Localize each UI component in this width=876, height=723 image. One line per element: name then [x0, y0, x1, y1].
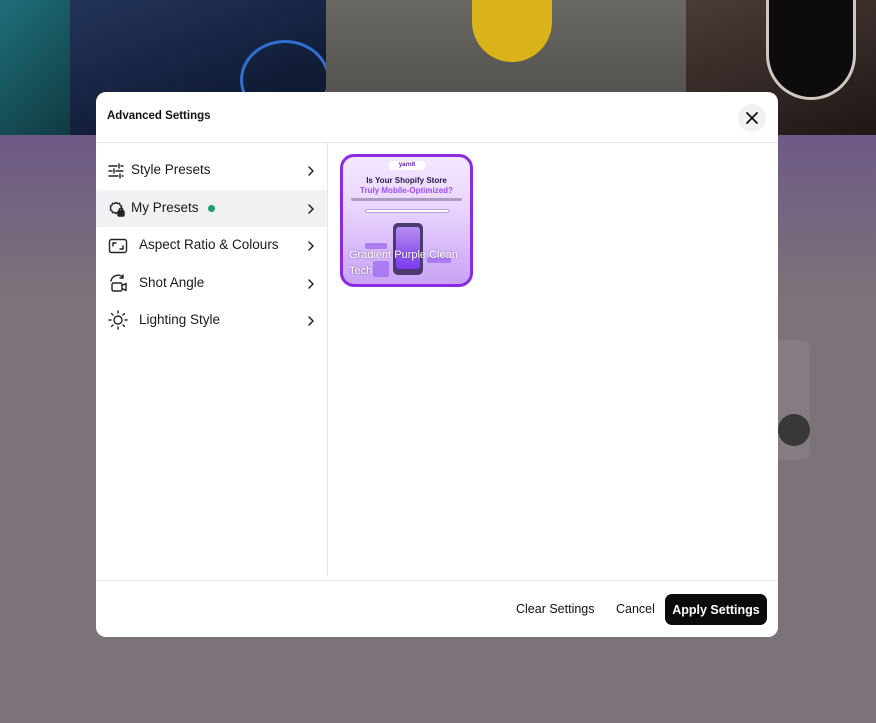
- preset-card[interactable]: yarnit Is Your Shopify Store Truly Mobil…: [340, 154, 473, 287]
- sidebar-item-style-presets[interactable]: Style Presets: [96, 152, 327, 190]
- modal-footer: Clear Settings Cancel Apply Settings: [96, 580, 778, 637]
- sidebar-item-label: Aspect Ratio & Colours: [139, 237, 279, 252]
- sidebar-item-my-presets[interactable]: My Presets: [96, 189, 327, 227]
- close-button[interactable]: [738, 104, 766, 132]
- preset-name: Gradient Purple Clean Tech: [349, 249, 458, 277]
- chevron-right-icon: [305, 202, 317, 216]
- sun-icon: [108, 310, 128, 330]
- preset-thumbnail-bar: [365, 209, 449, 213]
- sliders-icon: [106, 161, 126, 181]
- chevron-right-icon: [305, 164, 317, 178]
- chevron-right-icon: [305, 239, 317, 253]
- preset-thumbnail-headline: Is Your Shopify Store: [366, 176, 447, 185]
- sidebar-item-label: Lighting Style: [139, 312, 221, 327]
- cancel-button[interactable]: Cancel: [616, 602, 655, 616]
- sidebar-item-label: Style Presets: [131, 162, 211, 177]
- apply-settings-button[interactable]: Apply Settings: [665, 594, 767, 625]
- clear-settings-button[interactable]: Clear Settings: [516, 602, 595, 616]
- background-shape: [472, 0, 552, 62]
- sidebar-item-label: Shot Angle: [139, 274, 205, 290]
- settings-sidebar: Style Presets My Presets Aspect Ratio & …: [96, 143, 328, 576]
- preset-thumbnail-headline-accent: Truly Mobile-Optimized?: [360, 186, 453, 195]
- camera-rotate-icon: [108, 273, 128, 293]
- sidebar-item-shot-angle[interactable]: Shot Angle: [96, 265, 327, 303]
- aspect-ratio-icon: [108, 236, 128, 256]
- chevron-right-icon: [305, 277, 317, 291]
- background-button: [778, 414, 810, 446]
- sidebar-item-lighting-style[interactable]: Lighting Style: [96, 302, 327, 340]
- modal-header: Advanced Settings: [96, 92, 778, 143]
- sidebar-item-aspect-ratio[interactable]: Aspect Ratio & Colours: [96, 227, 327, 265]
- preset-brand-logo: yarnit: [389, 161, 425, 170]
- modal-title: Advanced Settings: [107, 110, 211, 122]
- sidebar-item-label: My Presets: [131, 199, 199, 215]
- close-icon: [746, 112, 758, 124]
- preset-lock-icon: [106, 199, 126, 219]
- advanced-settings-modal: Advanced Settings Style Presets My Prese…: [96, 92, 778, 637]
- background-shape: [766, 0, 856, 100]
- presets-panel: yarnit Is Your Shopify Store Truly Mobil…: [329, 143, 778, 576]
- status-dot: [208, 204, 215, 212]
- preset-thumbnail-text-line: [351, 198, 462, 201]
- background-tile: [0, 0, 70, 135]
- chevron-right-icon: [305, 314, 317, 328]
